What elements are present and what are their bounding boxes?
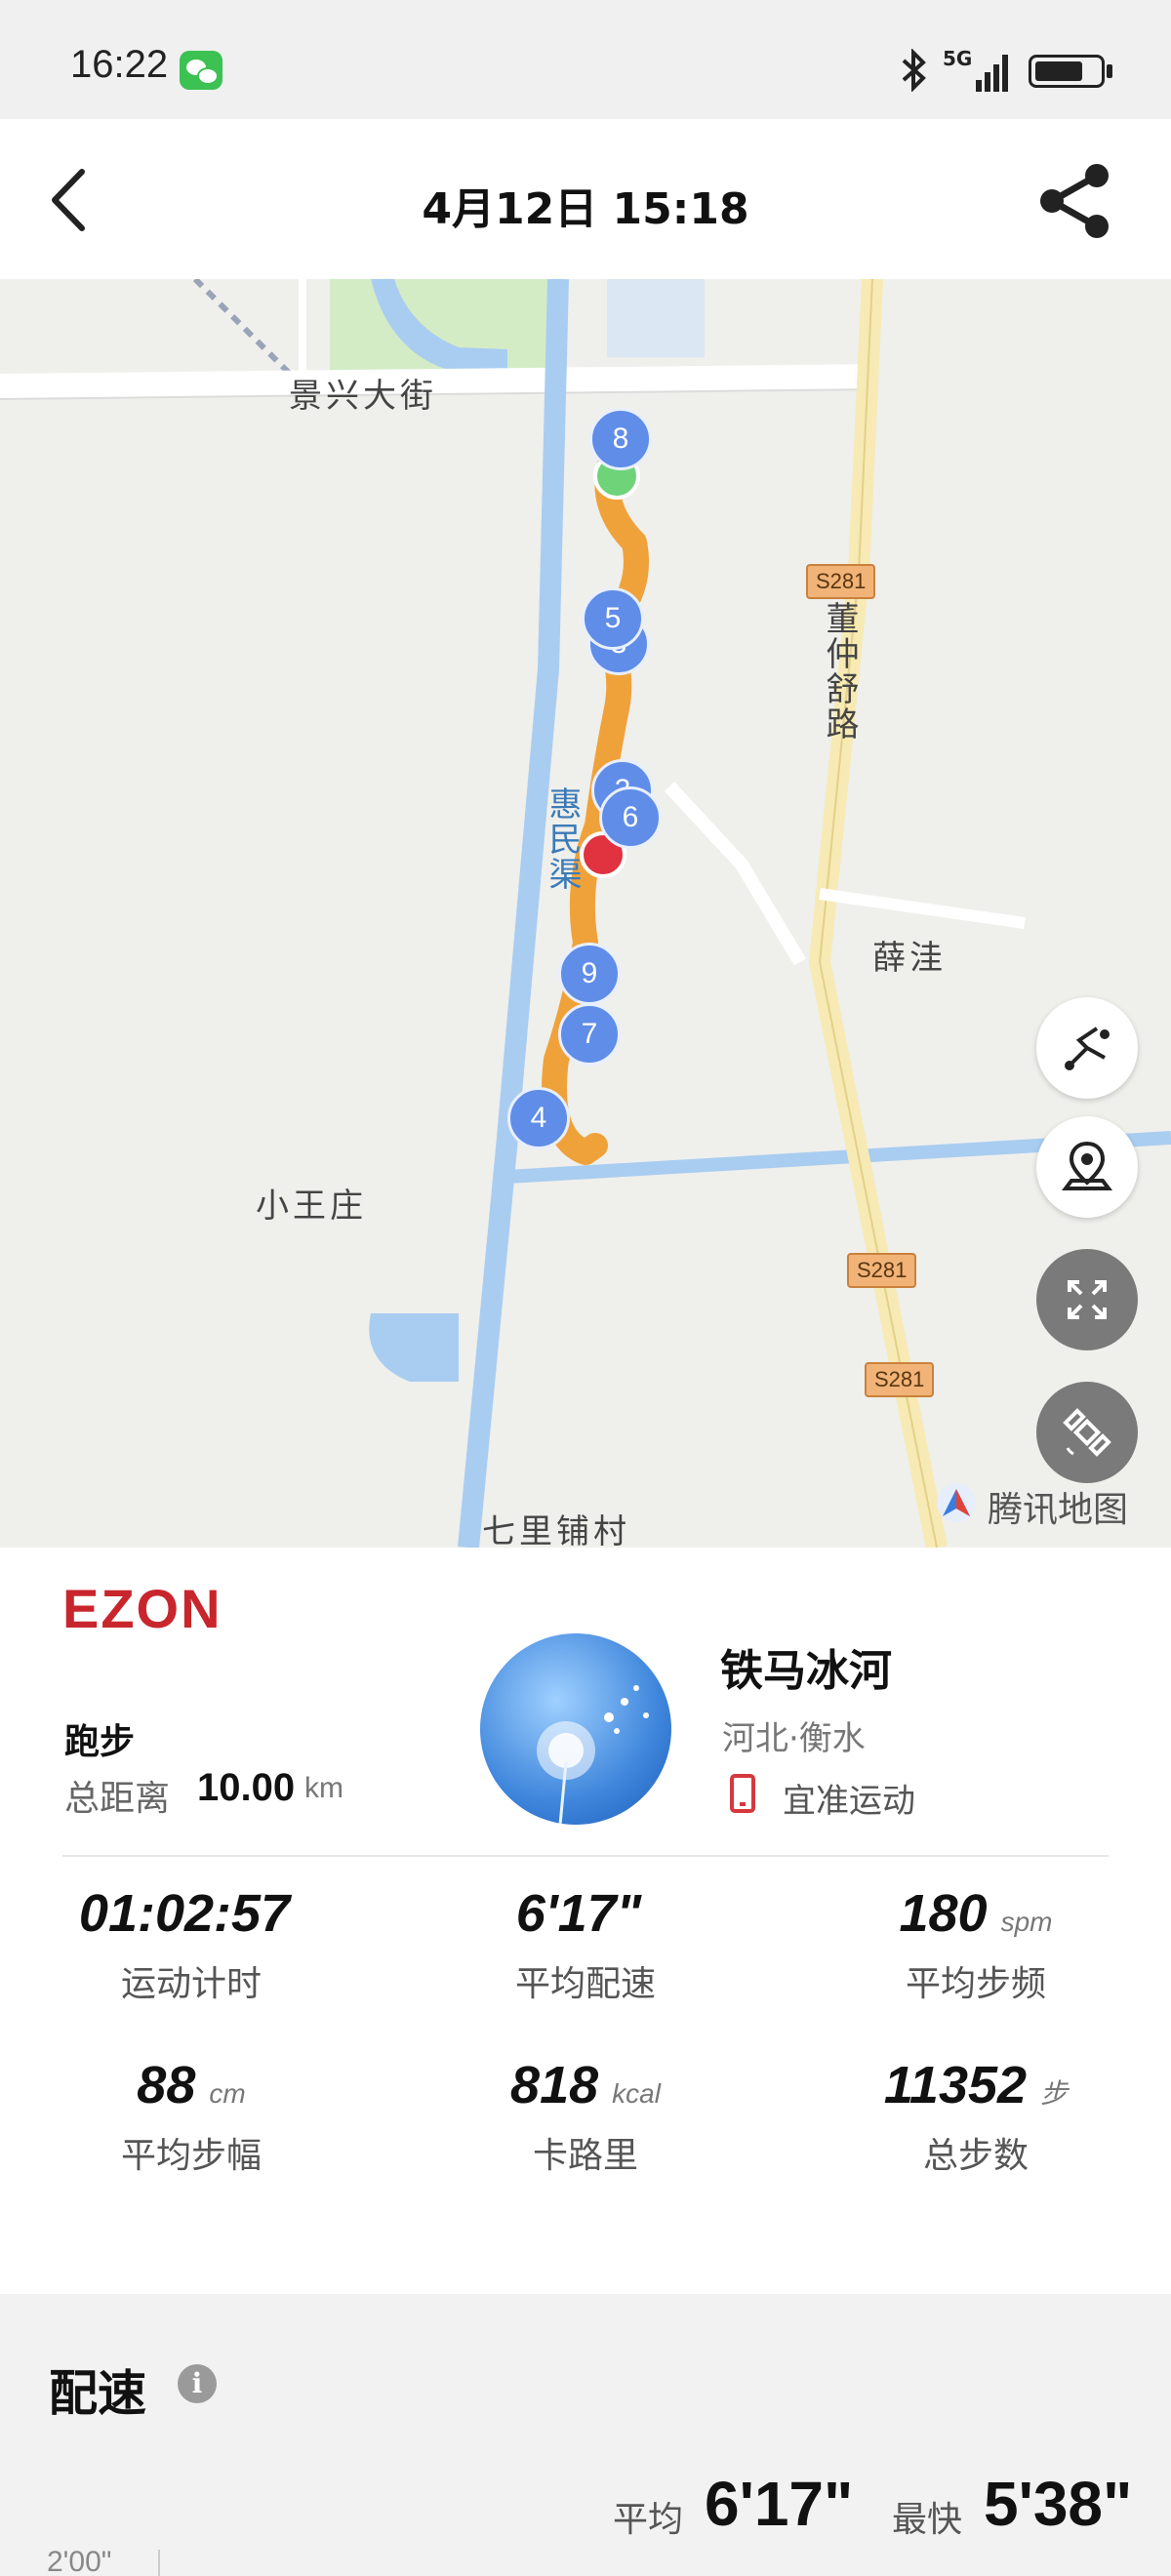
fullscreen-icon [1068, 1280, 1107, 1319]
page-title: 4月12日 15:18 [422, 184, 749, 234]
stat-label: 运动计时 [120, 1964, 262, 2004]
user-avatar[interactable] [480, 1633, 671, 1825]
stat-avg-stride: 88 cm 平均步幅 [16, 2055, 367, 2178]
km-marker[interactable]: 8 [589, 408, 652, 470]
stat-calories: 818 kcal 卡路里 [410, 2055, 761, 2178]
location-button[interactable] [1036, 1116, 1138, 1218]
road-badge: S281 [806, 564, 876, 599]
km-marker[interactable]: 9 [558, 943, 621, 1005]
pace-avg-label: 平均 [613, 2500, 684, 2540]
route-replay-icon [1065, 1026, 1110, 1070]
fullscreen-button[interactable] [1036, 1249, 1138, 1350]
pace-best-value: 5'38" [984, 2469, 1133, 2539]
stat-unit: spm [1000, 1907, 1053, 1937]
location-pin-icon [1062, 1141, 1112, 1190]
battery-cap [1107, 64, 1112, 78]
stat-label: 平均配速 [514, 1964, 656, 2004]
map-label-village: 七里铺村 [482, 1512, 630, 1548]
route-map[interactable]: 景兴大街 董仲舒路 惠民渠 薛洼 小王庄 七里铺村 S281 S281 S281… [0, 279, 1171, 1548]
map-label-village: 薛洼 [872, 939, 947, 978]
wechat-notification-icon [180, 51, 222, 90]
sport-type: 跑步 [64, 1722, 136, 1762]
map-label-village: 小王庄 [256, 1187, 367, 1226]
road-badge: S281 [865, 1362, 935, 1397]
stat-avg-pace: 6'17" 平均配速 [410, 1883, 761, 2006]
stat-unit: cm [209, 2078, 246, 2109]
stat-avg-cadence: 180 spm 平均步频 [800, 1883, 1151, 2006]
map-label-road: 董仲舒路 [820, 601, 859, 742]
pace-axis-tick: 2'00" [47, 2546, 112, 2576]
status-time: 16:22 [70, 43, 169, 86]
bluetooth-icon [902, 49, 926, 92]
stat-unit: kcal [612, 2078, 661, 2109]
device-source: 宜准运动 [783, 1782, 915, 1821]
stat-unit: 步 [1040, 2078, 1069, 2109]
status-bar: 16:22 5G [0, 0, 1171, 119]
pace-section: 配速 i 平均 6'17" 最快 5'38" 2'00" [0, 2294, 1171, 2576]
map-label-canal: 惠民渠 [543, 786, 582, 892]
signal-strength-icon [976, 55, 1008, 92]
km-marker[interactable]: 5 [582, 587, 644, 650]
stat-label: 平均步幅 [120, 2136, 262, 2176]
km-marker[interactable]: 7 [558, 1003, 621, 1066]
pace-avg-value: 6'17" [705, 2469, 854, 2539]
distance-unit: km [304, 1772, 343, 1804]
stat-value: 6'17" [515, 1884, 642, 1943]
divider [62, 1855, 1109, 1857]
distance-value: 10.00 [197, 1766, 296, 1809]
stat-value: 01:02:57 [78, 1884, 291, 1943]
stat-label: 卡路里 [532, 2136, 638, 2176]
battery-icon [1029, 55, 1105, 88]
km-marker[interactable]: 6 [599, 786, 662, 849]
info-icon[interactable]: i [178, 2364, 217, 2403]
phone-icon [730, 1774, 755, 1813]
section-title: 配速 [49, 2365, 146, 2422]
stat-duration: 01:02:57 运动计时 [16, 1883, 367, 2006]
stat-total-steps: 11352 步 总步数 [800, 2055, 1151, 2178]
user-location: 河北·衡水 [722, 1719, 866, 1758]
map-attribution: 腾讯地图 [988, 1490, 1129, 1530]
dandelion-image [537, 1685, 649, 1825]
km-marker[interactable]: 4 [507, 1087, 570, 1149]
road-badge: S281 [847, 1253, 917, 1288]
top-nav-bar: 4月12日 15:18 [0, 119, 1171, 279]
share-icon[interactable] [1036, 162, 1114, 240]
satellite-icon [1063, 1408, 1111, 1457]
map-label-street: 景兴大街 [289, 377, 437, 416]
distance-label: 总距离 [64, 1779, 171, 1819]
pace-axis-line [158, 2550, 160, 2576]
user-name: 铁马冰河 [720, 1646, 892, 1696]
stat-label: 平均步频 [905, 1964, 1046, 2004]
map-base-layer [0, 279, 1171, 1548]
stat-value: 11352 [883, 2056, 1028, 2114]
stat-value: 818 [510, 2056, 599, 2114]
pace-best-label: 最快 [892, 2500, 963, 2540]
tencent-maps-logo-icon [937, 1483, 976, 1522]
activity-summary-card: EZON 跑步 总距离 10.00 km 铁马冰河 河北·衡水 宜准运动 01:… [0, 1548, 1171, 2294]
brand-logo: EZON [62, 1578, 222, 1639]
route-replay-button[interactable] [1036, 997, 1138, 1099]
stat-label: 总步数 [922, 2136, 1029, 2176]
stat-value: 88 [137, 2056, 196, 2114]
satellite-layer-button[interactable] [1036, 1382, 1138, 1483]
stat-value: 180 [899, 1884, 988, 1943]
